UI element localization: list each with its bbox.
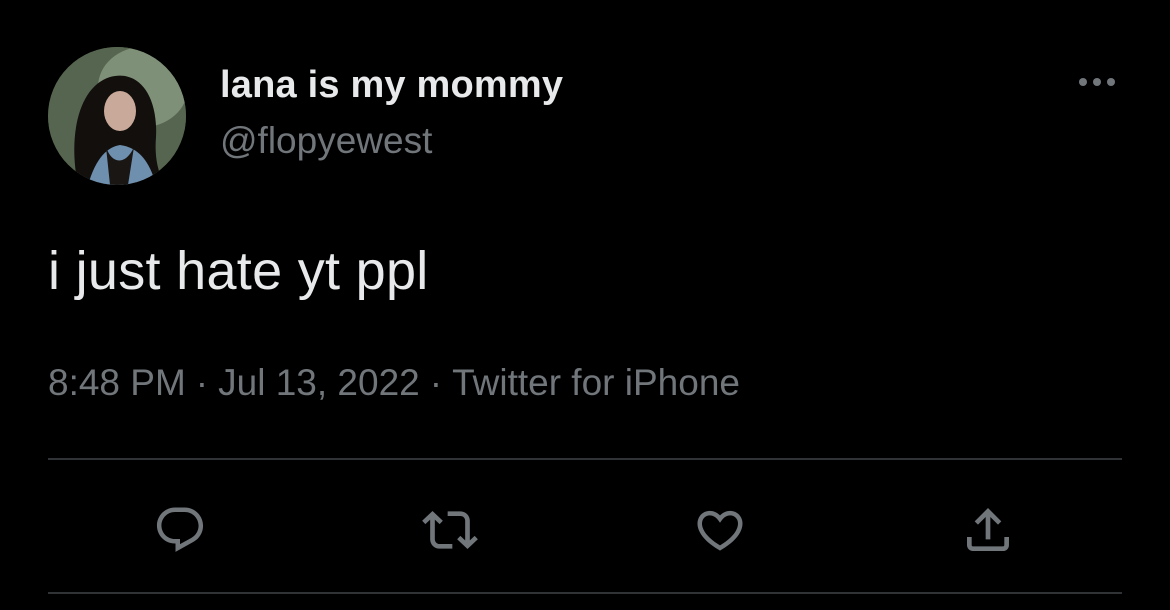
divider xyxy=(48,592,1122,594)
meta-separator: · xyxy=(429,362,443,403)
profile-photo-icon xyxy=(48,47,186,185)
tweet-text: i just hate yt ppl xyxy=(48,241,429,301)
retweet-icon xyxy=(422,511,478,549)
heart-icon xyxy=(697,510,743,551)
avatar[interactable] xyxy=(48,47,186,185)
tweet-time[interactable]: 8:48 PM xyxy=(48,362,186,403)
tweet-card: lana is my mommy @flopyewest i just hate… xyxy=(0,0,1170,610)
more-options-button[interactable] xyxy=(1074,70,1120,94)
tweet-meta: 8:48 PM · Jul 13, 2022 · Twitter for iPhone xyxy=(48,362,740,404)
display-name[interactable]: lana is my mommy xyxy=(220,64,563,107)
share-upload-icon xyxy=(967,508,1009,551)
tweet-date[interactable]: Jul 13, 2022 xyxy=(218,362,420,403)
user-handle[interactable]: @flopyewest xyxy=(220,120,432,162)
ellipsis-icon xyxy=(1079,78,1115,86)
like-button[interactable] xyxy=(692,502,748,558)
meta-separator: · xyxy=(195,362,209,403)
tweet-source[interactable]: Twitter for iPhone xyxy=(452,362,740,403)
share-button[interactable] xyxy=(960,502,1016,558)
divider xyxy=(48,458,1122,460)
retweet-button[interactable] xyxy=(422,502,478,558)
speech-bubble-icon xyxy=(156,507,204,552)
reply-button[interactable] xyxy=(152,502,208,558)
